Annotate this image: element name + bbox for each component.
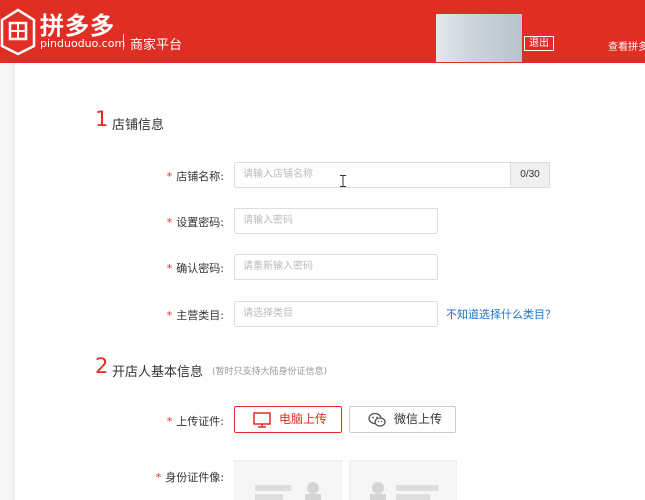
id-front-placeholder[interactable] bbox=[234, 460, 342, 500]
store-name-input[interactable]: 请输入店铺名称 bbox=[234, 162, 511, 188]
section-2-title: 开店人基本信息 bbox=[112, 365, 204, 380]
category-select[interactable]: 请选择类目 bbox=[234, 301, 438, 327]
upload-from-pc-button[interactable]: 电脑上传 bbox=[234, 406, 342, 433]
category-help-link[interactable]: 不知道选择什么类目？ bbox=[446, 306, 556, 322]
id-card-back-icon bbox=[370, 482, 438, 500]
required-mark: * bbox=[155, 471, 162, 484]
id-card-front-icon bbox=[255, 482, 321, 500]
logo-domain: pinduoduo.com bbox=[40, 37, 126, 50]
form-panel bbox=[15, 63, 645, 500]
section-2-number: 2 bbox=[95, 354, 109, 378]
required-mark: * bbox=[166, 170, 173, 183]
side-strip bbox=[0, 63, 14, 500]
top-header: 拼多多 pinduoduo.com 商家平台 退出 查看拼多 bbox=[0, 0, 645, 63]
upload-from-pc-label: 电脑上传 bbox=[279, 412, 328, 426]
wechat-icon bbox=[368, 412, 386, 427]
text-cursor-icon bbox=[340, 175, 346, 187]
section-1-title: 店铺信息 bbox=[112, 118, 165, 133]
logout-button[interactable]: 退出 bbox=[524, 36, 554, 51]
id-back-placeholder[interactable] bbox=[349, 460, 457, 500]
section-1-number: 1 bbox=[95, 107, 109, 131]
upload-id-label: * 上传证件: bbox=[166, 415, 224, 428]
password-input[interactable]: 请输入密码 bbox=[234, 208, 438, 234]
platform-title: 商家平台 bbox=[130, 38, 183, 53]
store-name-counter: 0/30 bbox=[510, 162, 550, 188]
monitor-icon bbox=[253, 412, 271, 428]
required-mark: * bbox=[166, 415, 173, 428]
view-store-link[interactable]: 查看拼多 bbox=[608, 38, 645, 53]
store-name-label: * 店铺名称: bbox=[166, 170, 224, 183]
required-mark: * bbox=[166, 309, 173, 322]
category-label: * 主营类目: bbox=[166, 309, 224, 322]
user-avatar[interactable] bbox=[436, 14, 522, 62]
required-mark: * bbox=[166, 262, 173, 275]
logo-text: 拼多多 bbox=[40, 12, 115, 40]
confirm-password-label: * 确认密码: bbox=[166, 262, 224, 275]
password-label: * 设置密码: bbox=[166, 216, 224, 229]
upload-via-wechat-button[interactable]: 微信上传 bbox=[349, 406, 456, 433]
header-divider bbox=[123, 34, 124, 50]
pinduoduo-logo-icon[interactable] bbox=[0, 6, 36, 56]
id-photo-label: * 身份证件像: bbox=[155, 471, 224, 484]
confirm-password-input[interactable]: 请重新输入密码 bbox=[234, 254, 438, 280]
section-2-note: (暂时只支持大陆身份证信息) bbox=[212, 367, 328, 377]
required-mark: * bbox=[166, 216, 173, 229]
upload-via-wechat-label: 微信上传 bbox=[394, 412, 443, 426]
